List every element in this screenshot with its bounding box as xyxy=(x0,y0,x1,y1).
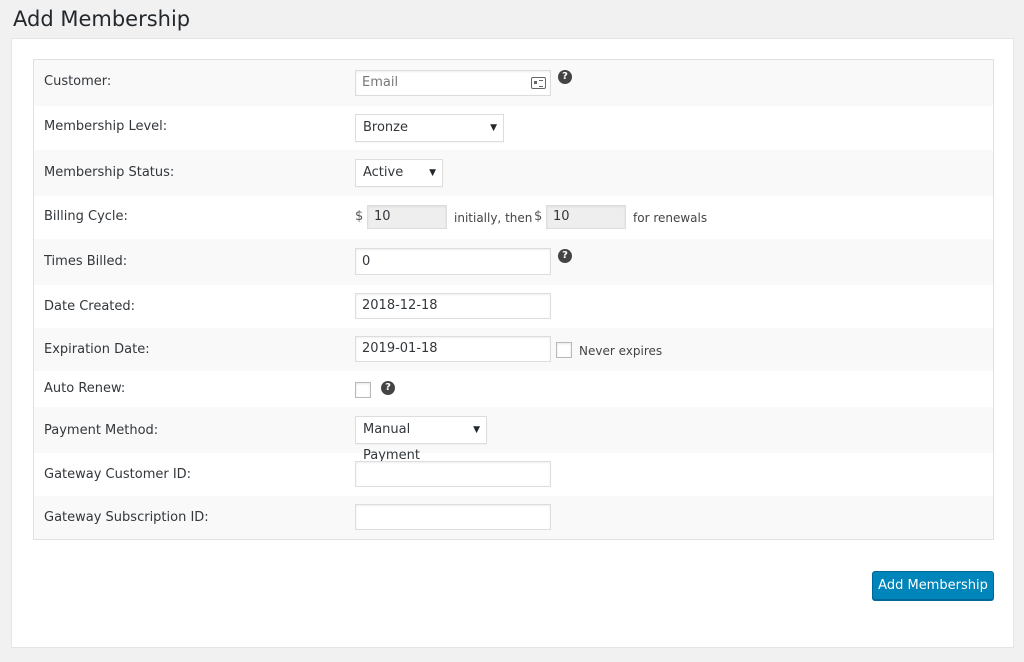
times-billed-value: 0 xyxy=(362,254,371,269)
membership-status-value: Active xyxy=(363,165,404,180)
membership-form-table: Customer: Email ? Membership Level: Bron… xyxy=(33,59,994,540)
times-billed-help-icon[interactable]: ? xyxy=(558,249,572,263)
membership-status-label: Membership Status: xyxy=(44,165,175,180)
initial-amount-input[interactable]: 10 xyxy=(367,205,447,229)
initial-currency-symbol: $ xyxy=(355,209,364,224)
gateway-customer-id-input[interactable] xyxy=(355,461,551,487)
gateway-customer-id-label: Gateway Customer ID: xyxy=(44,467,192,482)
for-renewals-text: for renewals xyxy=(633,211,708,225)
customer-email-placeholder: Email xyxy=(362,75,399,90)
never-expires-label: Never expires xyxy=(579,344,663,358)
renewal-amount-input[interactable]: 10 xyxy=(546,205,626,229)
row-auto-renew: Auto Renew: ? xyxy=(34,371,993,407)
row-expiration-date: Expiration Date: 2019-01-18 Never expire… xyxy=(34,328,993,371)
auto-renew-help-icon[interactable]: ? xyxy=(381,381,395,395)
row-membership-status: Membership Status: Active ▼ xyxy=(34,150,993,196)
customer-label: Customer: xyxy=(44,74,112,89)
membership-level-value: Bronze xyxy=(363,120,408,135)
gateway-subscription-id-input[interactable] xyxy=(355,504,551,530)
customer-help-icon[interactable]: ? xyxy=(558,70,572,84)
initial-amount-value: 10 xyxy=(374,209,391,224)
add-membership-button[interactable]: Add Membership xyxy=(872,571,994,600)
date-created-label: Date Created: xyxy=(44,299,136,314)
row-times-billed: Times Billed: 0 ? xyxy=(34,239,993,285)
initially-then-text: initially, then xyxy=(454,211,533,225)
expiration-date-label: Expiration Date: xyxy=(44,342,150,357)
row-billing-cycle: Billing Cycle: $ 10 initially, then $ 10… xyxy=(34,196,993,239)
row-gateway-subscription-id: Gateway Subscription ID: xyxy=(34,496,993,539)
row-customer: Customer: Email ? xyxy=(34,60,993,106)
expiration-date-input[interactable]: 2019-01-18 xyxy=(355,336,551,362)
page-title: Add Membership xyxy=(13,7,191,31)
auto-renew-checkbox[interactable] xyxy=(355,382,371,398)
contact-card-icon[interactable] xyxy=(531,77,546,89)
renewal-amount-value: 10 xyxy=(553,209,570,224)
date-created-value: 2018-12-18 xyxy=(362,298,438,313)
billing-cycle-label: Billing Cycle: xyxy=(44,209,128,224)
membership-form-card: Customer: Email ? Membership Level: Bron… xyxy=(11,38,1014,648)
times-billed-label: Times Billed: xyxy=(44,254,128,269)
customer-email-input[interactable]: Email xyxy=(355,70,551,96)
membership-level-select[interactable]: Bronze ▼ xyxy=(355,114,504,142)
chevron-down-icon: ▼ xyxy=(473,425,480,435)
payment-method-label: Payment Method: xyxy=(44,423,159,438)
expiration-date-value: 2019-01-18 xyxy=(362,341,438,356)
renewal-currency-symbol: $ xyxy=(534,209,543,224)
date-created-input[interactable]: 2018-12-18 xyxy=(355,293,551,319)
never-expires-checkbox[interactable] xyxy=(556,342,572,358)
row-payment-method: Payment Method: Manual Payment ▼ xyxy=(34,407,993,463)
membership-status-select[interactable]: Active ▼ xyxy=(355,159,443,187)
payment-method-select[interactable]: Manual Payment ▼ xyxy=(355,416,487,463)
gateway-subscription-id-label: Gateway Subscription ID: xyxy=(44,510,209,525)
membership-level-label: Membership Level: xyxy=(44,119,168,134)
row-membership-level: Membership Level: Bronze ▼ xyxy=(34,106,993,150)
auto-renew-label: Auto Renew: xyxy=(44,381,126,396)
chevron-down-icon: ▼ xyxy=(490,123,497,133)
times-billed-input[interactable]: 0 xyxy=(355,248,551,275)
chevron-down-icon: ▼ xyxy=(429,168,436,178)
row-gateway-customer-id: Gateway Customer ID: xyxy=(34,453,993,496)
row-date-created: Date Created: 2018-12-18 xyxy=(34,285,993,328)
